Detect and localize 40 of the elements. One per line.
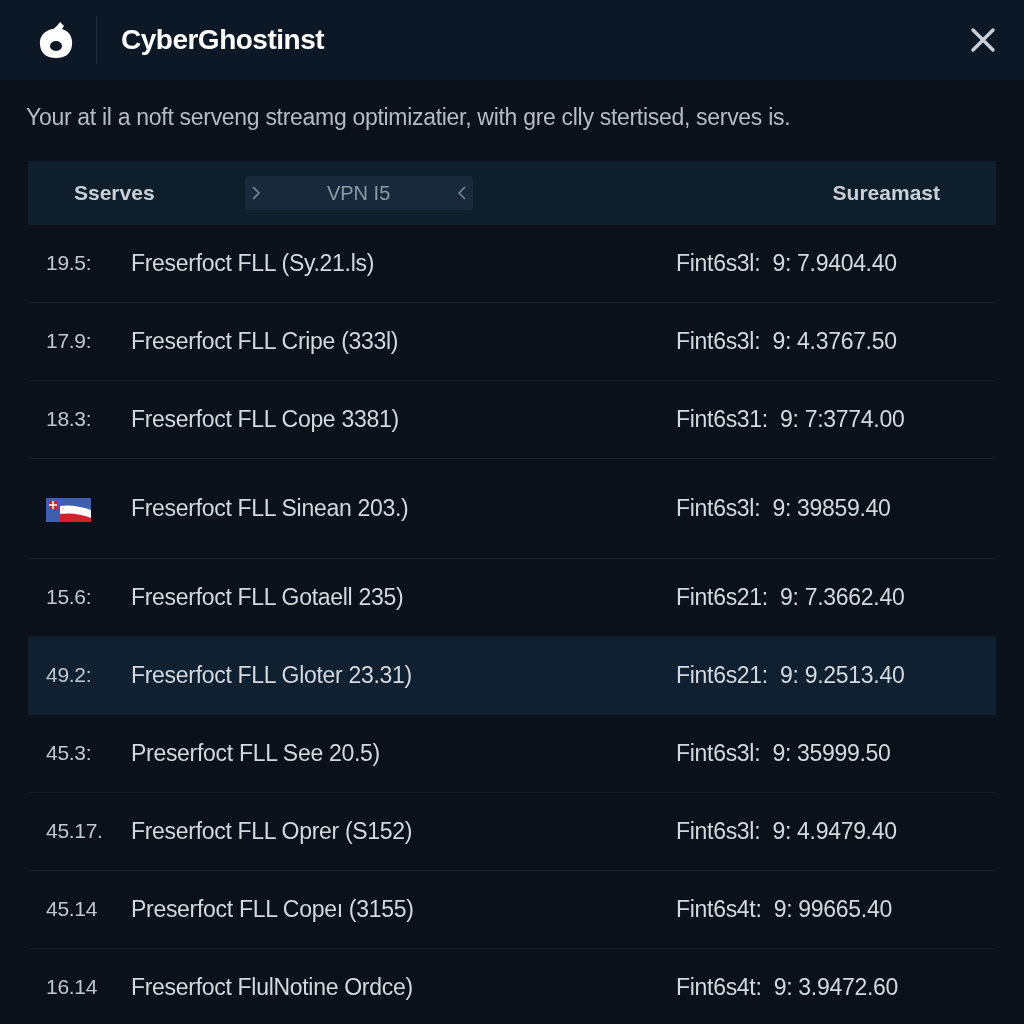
rank-text: 49.2:: [46, 663, 92, 687]
column-header: Sureamast: [832, 179, 940, 206]
server-value: Fint6s4t: 9: 3.9472.60: [676, 973, 898, 1000]
server-name: Preserfoct FLL See 20.5): [131, 739, 380, 766]
column-header: Sserves: [74, 179, 155, 206]
server-value: Fint6s21: 9: 7.3662.40: [676, 583, 905, 610]
rank-text: 16.14: [46, 975, 98, 999]
server-name: Freserfoct FlulNotine Ordce): [131, 973, 413, 1000]
server-name: Freserfoct FLL Cope 3381): [131, 405, 399, 432]
server-name: Freserfoct FLL Gloter 23.31): [131, 661, 412, 688]
server-name: Freserfoct FLL Gotaell 235): [131, 583, 404, 610]
rank-text: 19.5:: [46, 251, 92, 275]
server-value: Fint6s4t: 9: 99665.40: [676, 895, 892, 922]
rank-text: 17.9:: [46, 329, 92, 353]
server-name: Freserfoct FLL (Sy.21.ls): [131, 249, 374, 276]
chevron-right-icon: [250, 184, 261, 201]
rank-text: 45.17.: [46, 819, 103, 843]
ghost-logo-icon: [38, 20, 74, 60]
server-value: Fint6s31: 9: 7:3774.00: [676, 405, 905, 432]
server-value: Fint6s3l: 9: 4.3767.50: [676, 327, 897, 354]
rank-text: 15.6:: [46, 585, 92, 609]
server-value: Fint6s3l: 9: 4.9479.40: [676, 817, 897, 844]
server-name: Freserfoct FLL Oprer (S152): [131, 817, 413, 844]
server-value: Fint6s3l: 9: 35999.50: [676, 739, 891, 766]
window-title: CyberGhostinst: [121, 23, 325, 57]
rank-text: 18.3:: [46, 407, 92, 431]
rank-text: 45.3:: [46, 741, 92, 765]
chevron-left-icon: [456, 184, 467, 201]
server-value: Fint6s3l: 9: 39859.40: [676, 494, 891, 521]
vpn-tab[interactable]: VPN I5: [244, 175, 473, 210]
server-name: Preserfoct FLL Copeı (3155): [131, 895, 414, 922]
close-icon[interactable]: [970, 27, 996, 53]
description-text: Your at il a noft serveng streamg optimizatier, with gre clly stertised, serves is.: [25, 103, 792, 132]
server-name: Freserfoct FLL Cripe (333l): [131, 327, 399, 354]
flag-icon: [46, 497, 91, 522]
rank-text: 45.14: [46, 897, 98, 921]
server-value: Fint6s21: 9: 9.2513.40: [676, 661, 905, 688]
server-value: Fint6s3l: 9: 7.9404.40: [676, 249, 897, 276]
selected-row[interactable]: 49.2: Freserfoct FLL Gloter 23.31) Fint6s21: 9: 9.2513.40: [28, 636, 996, 715]
server-name: Freserfoct FLL Sinean 203.): [131, 494, 409, 521]
